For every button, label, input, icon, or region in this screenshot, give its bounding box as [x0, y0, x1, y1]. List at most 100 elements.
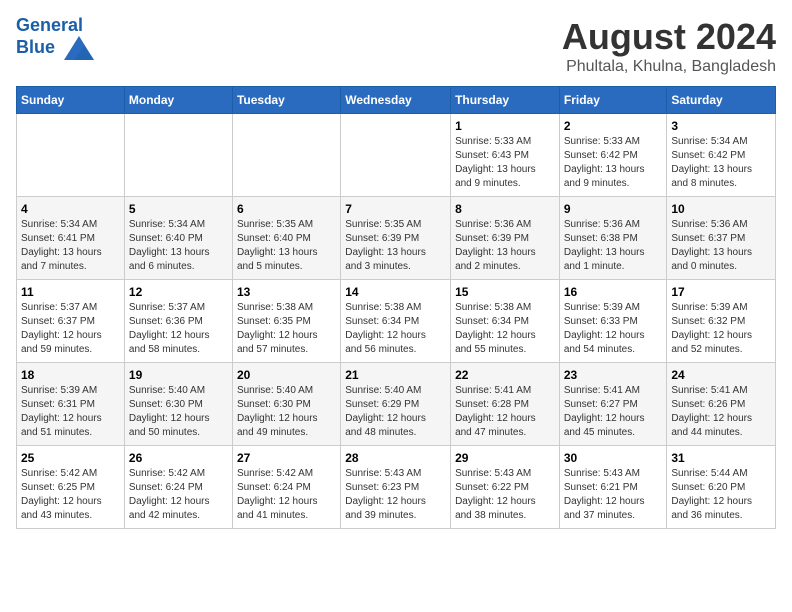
- day-number: 23: [564, 368, 663, 382]
- day-number: 15: [455, 285, 555, 299]
- day-info: Sunrise: 5:39 AM Sunset: 6:32 PM Dayligh…: [671, 301, 771, 357]
- calendar-cell: [341, 114, 451, 197]
- calendar-cell: 14 Sunrise: 5:38 AM Sunset: 6:34 PM Dayli…: [341, 280, 451, 363]
- weekday-header-saturday: Saturday: [667, 87, 776, 114]
- day-info: Sunrise: 5:42 AM Sunset: 6:25 PM Dayligh…: [21, 467, 120, 523]
- calendar-cell: 7 Sunrise: 5:35 AM Sunset: 6:39 PM Daylig…: [341, 197, 451, 280]
- week-row-4: 18Sunrise: 5:39 AM Sunset: 6:31 PM Dayli…: [17, 363, 776, 446]
- calendar-cell: 18Sunrise: 5:39 AM Sunset: 6:31 PM Dayli…: [17, 363, 125, 446]
- day-number: 6: [237, 202, 336, 216]
- title-block: August 2024 Phultala, Khulna, Bangladesh: [562, 16, 776, 76]
- calendar-cell: 11 Sunrise: 5:37 AM Sunset: 6:37 PM Dayli…: [17, 280, 125, 363]
- weekday-header-sunday: Sunday: [17, 87, 125, 114]
- day-number: 13: [237, 285, 336, 299]
- day-info: Sunrise: 5:40 AM Sunset: 6:30 PM Dayligh…: [237, 384, 336, 440]
- day-number: 8: [455, 202, 555, 216]
- weekday-header-monday: Monday: [124, 87, 232, 114]
- day-info: Sunrise: 5:42 AM Sunset: 6:24 PM Dayligh…: [237, 467, 336, 523]
- calendar-cell: 31 Sunrise: 5:44 AM Sunset: 6:20 PM Dayli…: [667, 446, 776, 529]
- day-number: 3: [671, 119, 771, 133]
- calendar-cell: 22Sunrise: 5:41 AM Sunset: 6:28 PM Dayli…: [451, 363, 560, 446]
- calendar-cell: 4 Sunrise: 5:34 AM Sunset: 6:41 PM Daylig…: [17, 197, 125, 280]
- day-number: 19: [129, 368, 228, 382]
- calendar-cell: 13Sunrise: 5:38 AM Sunset: 6:35 PM Dayli…: [232, 280, 340, 363]
- calendar-cell: 28 Sunrise: 5:43 AM Sunset: 6:23 PM Dayli…: [341, 446, 451, 529]
- day-info: Sunrise: 5:33 AM Sunset: 6:42 PM Dayligh…: [564, 135, 663, 191]
- day-number: 16: [564, 285, 663, 299]
- day-number: 29: [455, 451, 555, 465]
- day-number: 20: [237, 368, 336, 382]
- day-number: 21: [345, 368, 446, 382]
- day-info: Sunrise: 5:38 AM Sunset: 6:34 PM Dayligh…: [345, 301, 446, 357]
- day-number: 28: [345, 451, 446, 465]
- calendar-cell: 24 Sunrise: 5:41 AM Sunset: 6:26 PM Dayli…: [667, 363, 776, 446]
- main-title: August 2024: [562, 16, 776, 58]
- day-info: Sunrise: 5:39 AM Sunset: 6:33 PM Dayligh…: [564, 301, 663, 357]
- day-info: Sunrise: 5:36 AM Sunset: 6:37 PM Dayligh…: [671, 218, 771, 274]
- day-number: 11: [21, 285, 120, 299]
- page-header: General Blue August 2024 Phultala, Khuln…: [16, 16, 776, 76]
- calendar-cell: 17 Sunrise: 5:39 AM Sunset: 6:32 PM Dayli…: [667, 280, 776, 363]
- day-info: Sunrise: 5:40 AM Sunset: 6:29 PM Dayligh…: [345, 384, 446, 440]
- calendar-cell: 25 Sunrise: 5:42 AM Sunset: 6:25 PM Dayli…: [17, 446, 125, 529]
- week-row-1: 1Sunrise: 5:33 AM Sunset: 6:43 PM Daylig…: [17, 114, 776, 197]
- calendar-cell: 10 Sunrise: 5:36 AM Sunset: 6:37 PM Dayli…: [667, 197, 776, 280]
- logo-text: General: [16, 16, 94, 36]
- calendar-cell: 9 Sunrise: 5:36 AM Sunset: 6:38 PM Daylig…: [559, 197, 667, 280]
- weekday-header-row: SundayMondayTuesdayWednesdayThursdayFrid…: [17, 87, 776, 114]
- day-info: Sunrise: 5:38 AM Sunset: 6:34 PM Dayligh…: [455, 301, 555, 357]
- day-info: Sunrise: 5:34 AM Sunset: 6:42 PM Dayligh…: [671, 135, 771, 191]
- day-info: Sunrise: 5:40 AM Sunset: 6:30 PM Dayligh…: [129, 384, 228, 440]
- day-info: Sunrise: 5:44 AM Sunset: 6:20 PM Dayligh…: [671, 467, 771, 523]
- day-number: 9: [564, 202, 663, 216]
- day-info: Sunrise: 5:41 AM Sunset: 6:26 PM Dayligh…: [671, 384, 771, 440]
- day-info: Sunrise: 5:36 AM Sunset: 6:39 PM Dayligh…: [455, 218, 555, 274]
- day-number: 22: [455, 368, 555, 382]
- calendar-cell: 21 Sunrise: 5:40 AM Sunset: 6:29 PM Dayli…: [341, 363, 451, 446]
- calendar-cell: 29Sunrise: 5:43 AM Sunset: 6:22 PM Dayli…: [451, 446, 560, 529]
- calendar-cell: 23 Sunrise: 5:41 AM Sunset: 6:27 PM Dayli…: [559, 363, 667, 446]
- week-row-2: 4 Sunrise: 5:34 AM Sunset: 6:41 PM Daylig…: [17, 197, 776, 280]
- subtitle: Phultala, Khulna, Bangladesh: [562, 58, 776, 76]
- calendar-cell: 30Sunrise: 5:43 AM Sunset: 6:21 PM Dayli…: [559, 446, 667, 529]
- calendar-table: SundayMondayTuesdayWednesdayThursdayFrid…: [16, 86, 776, 529]
- day-info: Sunrise: 5:43 AM Sunset: 6:23 PM Dayligh…: [345, 467, 446, 523]
- day-number: 1: [455, 119, 555, 133]
- day-number: 26: [129, 451, 228, 465]
- calendar-cell: 16 Sunrise: 5:39 AM Sunset: 6:33 PM Dayli…: [559, 280, 667, 363]
- calendar-cell: [232, 114, 340, 197]
- calendar-cell: 20 Sunrise: 5:40 AM Sunset: 6:30 PM Dayli…: [232, 363, 340, 446]
- day-number: 10: [671, 202, 771, 216]
- day-number: 30: [564, 451, 663, 465]
- logo: General Blue: [16, 16, 94, 60]
- day-number: 14: [345, 285, 446, 299]
- day-number: 7: [345, 202, 446, 216]
- calendar-cell: 26Sunrise: 5:42 AM Sunset: 6:24 PM Dayli…: [124, 446, 232, 529]
- day-number: 31: [671, 451, 771, 465]
- calendar-cell: [17, 114, 125, 197]
- day-number: 4: [21, 202, 120, 216]
- day-info: Sunrise: 5:34 AM Sunset: 6:40 PM Dayligh…: [129, 218, 228, 274]
- calendar-cell: 3 Sunrise: 5:34 AM Sunset: 6:42 PM Daylig…: [667, 114, 776, 197]
- day-info: Sunrise: 5:41 AM Sunset: 6:27 PM Dayligh…: [564, 384, 663, 440]
- day-info: Sunrise: 5:35 AM Sunset: 6:40 PM Dayligh…: [237, 218, 336, 274]
- logo-text2: Blue: [16, 36, 94, 60]
- calendar-cell: 12Sunrise: 5:37 AM Sunset: 6:36 PM Dayli…: [124, 280, 232, 363]
- day-info: Sunrise: 5:34 AM Sunset: 6:41 PM Dayligh…: [21, 218, 120, 274]
- day-number: 18: [21, 368, 120, 382]
- day-number: 2: [564, 119, 663, 133]
- weekday-header-friday: Friday: [559, 87, 667, 114]
- day-number: 12: [129, 285, 228, 299]
- day-info: Sunrise: 5:37 AM Sunset: 6:37 PM Dayligh…: [21, 301, 120, 357]
- week-row-5: 25 Sunrise: 5:42 AM Sunset: 6:25 PM Dayli…: [17, 446, 776, 529]
- calendar-cell: 5 Sunrise: 5:34 AM Sunset: 6:40 PM Daylig…: [124, 197, 232, 280]
- day-number: 24: [671, 368, 771, 382]
- day-number: 25: [21, 451, 120, 465]
- week-row-3: 11 Sunrise: 5:37 AM Sunset: 6:37 PM Dayli…: [17, 280, 776, 363]
- day-number: 17: [671, 285, 771, 299]
- day-info: Sunrise: 5:35 AM Sunset: 6:39 PM Dayligh…: [345, 218, 446, 274]
- weekday-header-thursday: Thursday: [451, 87, 560, 114]
- day-info: Sunrise: 5:36 AM Sunset: 6:38 PM Dayligh…: [564, 218, 663, 274]
- day-number: 5: [129, 202, 228, 216]
- calendar-cell: 27Sunrise: 5:42 AM Sunset: 6:24 PM Dayli…: [232, 446, 340, 529]
